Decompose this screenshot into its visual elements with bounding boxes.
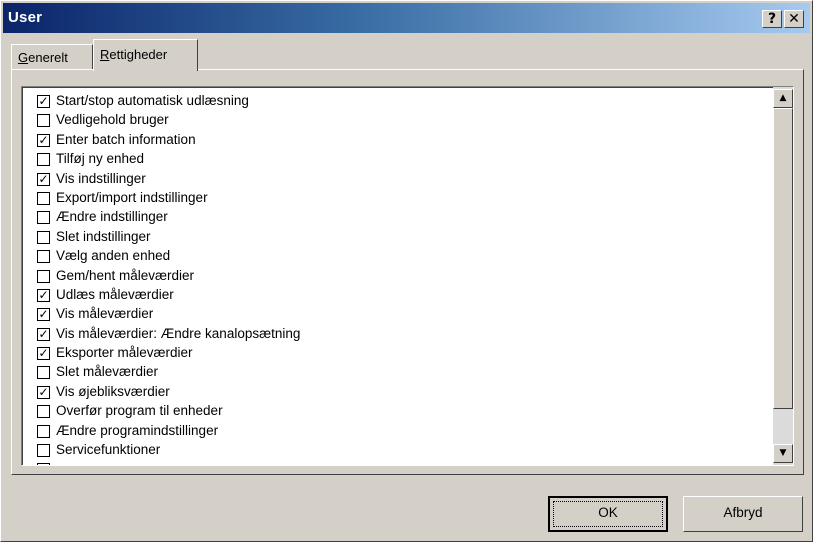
permission-checkbox[interactable]: ✓ bbox=[37, 133, 50, 147]
permission-item[interactable]: Ændre indstillinger bbox=[37, 208, 767, 227]
permission-item[interactable]: ✓ Vis måleværdier bbox=[37, 305, 767, 324]
scroll-thumb[interactable] bbox=[773, 108, 793, 409]
permission-label: Eksporter måleværdier bbox=[56, 345, 193, 361]
permission-label: Overfør program til enheder bbox=[56, 403, 223, 419]
permission-item[interactable]: Vedligehold bruger bbox=[37, 111, 767, 130]
user-dialog: User ? ✕ Generelt Rettigheder ✓ Start/sto… bbox=[0, 0, 813, 542]
tab-generelt-label: Generelt bbox=[18, 50, 68, 65]
permission-label: Ændre indstillinger bbox=[56, 209, 168, 225]
cancel-button-label: Afbryd bbox=[723, 505, 763, 520]
permission-item[interactable]: ✓ Udlæs måleværdier bbox=[37, 286, 767, 305]
permission-label: Vedligehold bruger bbox=[56, 112, 169, 128]
scroll-down-button[interactable]: ▼ bbox=[773, 444, 793, 463]
permission-checkbox[interactable] bbox=[37, 250, 50, 264]
permission-checkbox[interactable] bbox=[37, 230, 50, 244]
permission-item[interactable]: ✓ Vis øjebliksværdier bbox=[37, 383, 767, 402]
permission-item[interactable]: Tilføj ny enhed bbox=[37, 150, 767, 169]
permission-checkbox[interactable]: ✓ bbox=[37, 172, 50, 186]
permission-item[interactable]: Gem/hent måleværdier bbox=[37, 267, 767, 286]
permission-label: Vis øjebliksværdier bbox=[56, 383, 170, 399]
permission-label: Slet måleværdier bbox=[56, 364, 159, 380]
permission-label: Slet indstillinger bbox=[56, 228, 151, 244]
permission-item[interactable]: ✓ Enter batch information bbox=[37, 131, 767, 150]
tab-rettigheder-label: Rettigheder bbox=[100, 47, 168, 62]
permission-label: Gem/hent måleværdier bbox=[56, 267, 195, 283]
permission-item[interactable]: Export/import indstillinger bbox=[37, 189, 767, 208]
permission-item[interactable]: Slet måleværdier bbox=[37, 363, 767, 382]
permission-item[interactable]: Servicefunktioner bbox=[37, 441, 767, 460]
permission-checkbox[interactable]: ✓ bbox=[37, 385, 50, 399]
title-bar[interactable]: User ? ✕ bbox=[3, 3, 810, 33]
permission-checkbox[interactable]: ✓ bbox=[37, 308, 50, 322]
permission-checkbox[interactable]: ✓ bbox=[37, 327, 50, 341]
permission-checkbox[interactable] bbox=[37, 405, 50, 419]
ok-button[interactable]: OK bbox=[548, 496, 668, 532]
permission-item[interactable]: ✓ Vis indstillinger bbox=[37, 170, 767, 189]
permission-label: Start/stop automatisk udlæsning bbox=[56, 93, 249, 108]
ok-button-label: OK bbox=[598, 505, 618, 520]
permission-checkbox[interactable]: ✓ bbox=[37, 347, 50, 361]
close-button[interactable]: ✕ bbox=[784, 10, 804, 28]
permission-checkbox[interactable] bbox=[37, 424, 50, 438]
permission-checkbox[interactable] bbox=[37, 366, 50, 380]
permission-label: Export/import indstillinger bbox=[56, 189, 208, 205]
permission-checkbox[interactable] bbox=[37, 114, 50, 128]
scroll-up-button[interactable]: ▲ bbox=[773, 89, 793, 108]
permission-label: Vælg anden enhed bbox=[56, 248, 171, 264]
permission-label: Tilføj ny enhed bbox=[56, 151, 145, 167]
permission-item[interactable]: Vælg anden enhed bbox=[37, 247, 767, 266]
permission-checkbox[interactable] bbox=[37, 211, 50, 225]
permission-checkbox[interactable] bbox=[37, 191, 50, 205]
permission-item[interactable]: Overfør program til enheder bbox=[37, 402, 767, 421]
permission-item[interactable]: ✓ bbox=[37, 460, 767, 465]
permission-checkbox[interactable] bbox=[37, 444, 50, 458]
permission-checkbox[interactable]: ✓ bbox=[37, 95, 50, 108]
permission-item[interactable]: ✓ Vis måleværdier: Ændre kanalopsætning bbox=[37, 325, 767, 344]
permission-checkbox[interactable]: ✓ bbox=[37, 463, 50, 465]
permissions-items: ✓ Start/stop automatisk udlæsning Vedligeh… bbox=[37, 92, 767, 465]
permission-label: Vis måleværdier: Ændre kanalopsætning bbox=[56, 325, 301, 341]
help-button[interactable]: ? bbox=[762, 10, 782, 28]
permission-label: Servicefunktioner bbox=[56, 442, 161, 458]
tab-generelt[interactable]: Generelt bbox=[11, 44, 93, 69]
permission-checkbox[interactable]: ✓ bbox=[37, 288, 50, 302]
permission-label: Vis indstillinger bbox=[56, 170, 146, 186]
permissions-list[interactable]: ✓ Start/stop automatisk udlæsning Vedligeh… bbox=[21, 86, 794, 466]
permission-item[interactable]: Ændre programindstillinger bbox=[37, 422, 767, 441]
window-title: User bbox=[8, 9, 43, 26]
permission-item[interactable]: ✓ Start/stop automatisk udlæsning bbox=[37, 92, 767, 111]
permission-checkbox[interactable] bbox=[37, 153, 50, 167]
tab-rettigheder[interactable]: Rettigheder bbox=[93, 39, 198, 71]
arrow-down-icon: ▼ bbox=[779, 448, 787, 458]
permission-item[interactable]: ✓ Eksporter måleværdier bbox=[37, 344, 767, 363]
cancel-button[interactable]: Afbryd bbox=[683, 496, 803, 532]
permission-checkbox[interactable] bbox=[37, 269, 50, 283]
vertical-scrollbar[interactable]: ▲ ▼ bbox=[773, 87, 793, 465]
permission-item[interactable]: Slet indstillinger bbox=[37, 228, 767, 247]
permission-label: Udlæs måleværdier bbox=[56, 286, 174, 302]
permission-label: Enter batch information bbox=[56, 131, 196, 147]
permission-label: Ændre programindstillinger bbox=[56, 422, 219, 438]
arrow-up-icon: ▲ bbox=[779, 93, 787, 103]
permission-label: Vis måleværdier bbox=[56, 306, 154, 322]
